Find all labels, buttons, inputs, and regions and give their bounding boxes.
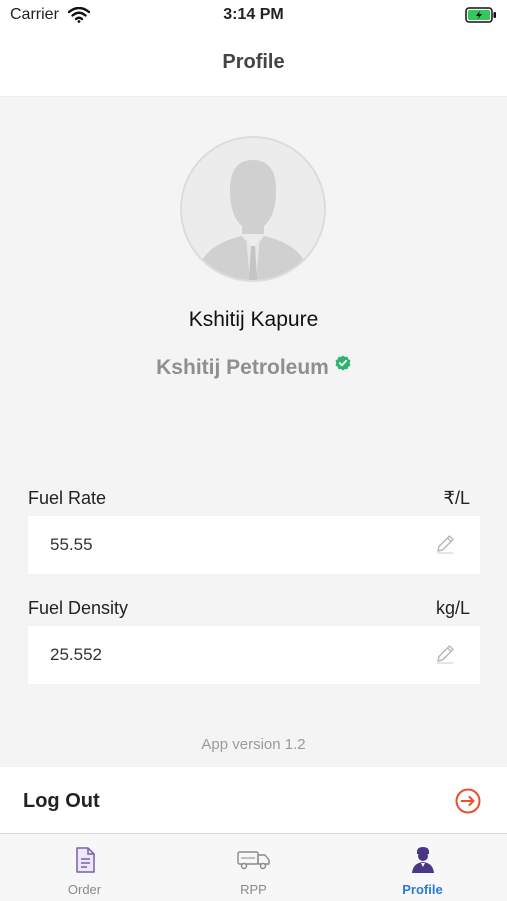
user-name: Kshitij Kapure [188,308,319,331]
tab-order-label: Order [67,882,102,897]
tab-order[interactable]: Order [0,834,169,901]
user-icon [411,846,435,879]
tab-profile-label: Profile [402,882,443,897]
fuel-rate-unit: ₹/L [443,488,470,508]
logout-icon[interactable] [454,787,482,820]
verified-badge-icon [335,353,351,377]
clock: 3:14 PM [223,6,284,23]
edit-pencil-icon[interactable] [434,643,456,670]
logout-label: Log Out [23,790,100,812]
company-name: Kshitij Petroleum [156,356,329,379]
navigation-bar: Profile [0,30,507,97]
fuel-rate-label: Fuel Rate [28,488,107,508]
status-bar: Carrier 3:14 PM [0,0,507,30]
fuel-density-field[interactable]: 25.552 [28,626,480,684]
company-row: Kshitij Petroleum [0,353,507,380]
tab-rpp-label: RPP [240,882,267,897]
app-version: App version 1.2 [201,736,306,753]
fuel-density-label: Fuel Density [28,598,129,618]
battery-icon [465,7,497,28]
avatar[interactable] [180,136,326,282]
edit-pencil-icon[interactable] [434,533,456,560]
tab-bar: Order RPP Profile [0,833,507,901]
truck-icon [236,849,271,876]
page-title: Profile [222,51,285,73]
person-silhouette-icon [196,160,310,280]
document-icon [73,846,97,879]
fuel-density-value[interactable]: 25.552 [50,645,102,665]
fuel-density-unit: kg/L [435,598,470,618]
tab-profile[interactable]: Profile [338,834,507,901]
fuel-rate-field[interactable]: 55.55 [28,516,480,574]
logout-button[interactable]: Log Out [0,767,507,833]
tab-rpp[interactable]: RPP [169,834,338,901]
fuel-rate-value[interactable]: 55.55 [50,535,93,555]
